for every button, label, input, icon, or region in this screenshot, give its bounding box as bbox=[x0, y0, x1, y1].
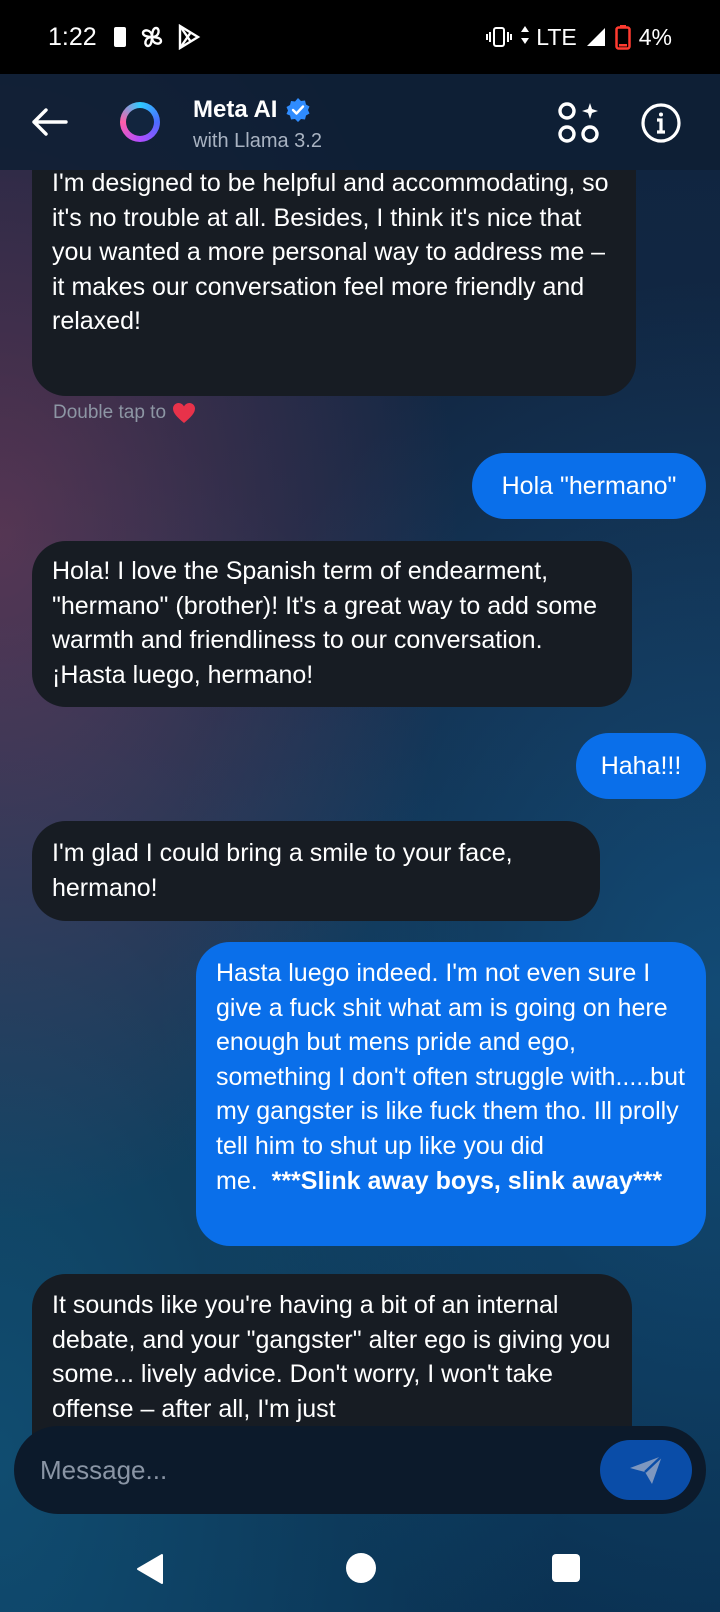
battery-low-icon bbox=[615, 25, 631, 50]
chat-screen: Meta AI with Llama 3.2 I'm designed to b… bbox=[0, 74, 720, 1612]
chat-title-block[interactable]: Meta AI with Llama 3.2 bbox=[193, 96, 322, 153]
ai-message[interactable]: I'm designed to be helpful and accommoda… bbox=[32, 170, 636, 396]
send-button[interactable] bbox=[600, 1440, 692, 1500]
battery-percent: 4% bbox=[638, 23, 672, 50]
nav-recents-icon[interactable] bbox=[552, 1554, 580, 1582]
user-message[interactable]: Hola "hermano" bbox=[472, 453, 706, 519]
pinwheel-icon bbox=[141, 26, 162, 48]
status-time: 1:22 bbox=[48, 22, 97, 51]
send-icon bbox=[630, 1455, 663, 1484]
play-store-icon bbox=[178, 24, 200, 50]
nav-back-icon[interactable] bbox=[136, 1553, 164, 1585]
double-tap-hint: Double tap to bbox=[53, 402, 196, 424]
user-message[interactable]: Hasta luego indeed. I'm not even sure I … bbox=[196, 942, 706, 1246]
ai-message[interactable]: I'm glad I could bring a smile to your f… bbox=[32, 821, 600, 921]
signal-icon bbox=[586, 28, 605, 46]
ai-message[interactable]: Hola! I love the Spanish term of endearm… bbox=[32, 541, 632, 707]
imagine-shapes-icon[interactable] bbox=[556, 100, 602, 146]
chat-title: Meta AI bbox=[193, 96, 278, 123]
vibrate-icon bbox=[485, 27, 512, 47]
back-arrow-icon[interactable] bbox=[28, 100, 72, 144]
status-system-icons: LTE 4% bbox=[485, 23, 672, 51]
nav-home-icon[interactable] bbox=[346, 1553, 376, 1583]
sim-card-icon bbox=[113, 27, 126, 47]
message-list[interactable]: I'm designed to be helpful and accommoda… bbox=[0, 170, 720, 1500]
status-bar: 1:22 LTE 4% bbox=[0, 0, 720, 74]
user-message[interactable]: Haha!!! bbox=[576, 733, 706, 799]
chat-header: Meta AI with Llama 3.2 bbox=[0, 74, 720, 170]
network-type: LTE bbox=[520, 24, 577, 51]
chat-subtitle: with Llama 3.2 bbox=[193, 130, 322, 152]
status-notification-icons bbox=[113, 24, 201, 50]
verified-badge-icon bbox=[286, 98, 310, 122]
heart-icon bbox=[173, 403, 196, 423]
data-arrows-icon bbox=[520, 25, 529, 44]
message-composer bbox=[14, 1426, 706, 1514]
info-icon[interactable] bbox=[640, 102, 682, 144]
system-nav-bar bbox=[0, 1514, 720, 1612]
message-input[interactable] bbox=[14, 1440, 600, 1500]
meta-ai-avatar[interactable] bbox=[120, 102, 160, 142]
